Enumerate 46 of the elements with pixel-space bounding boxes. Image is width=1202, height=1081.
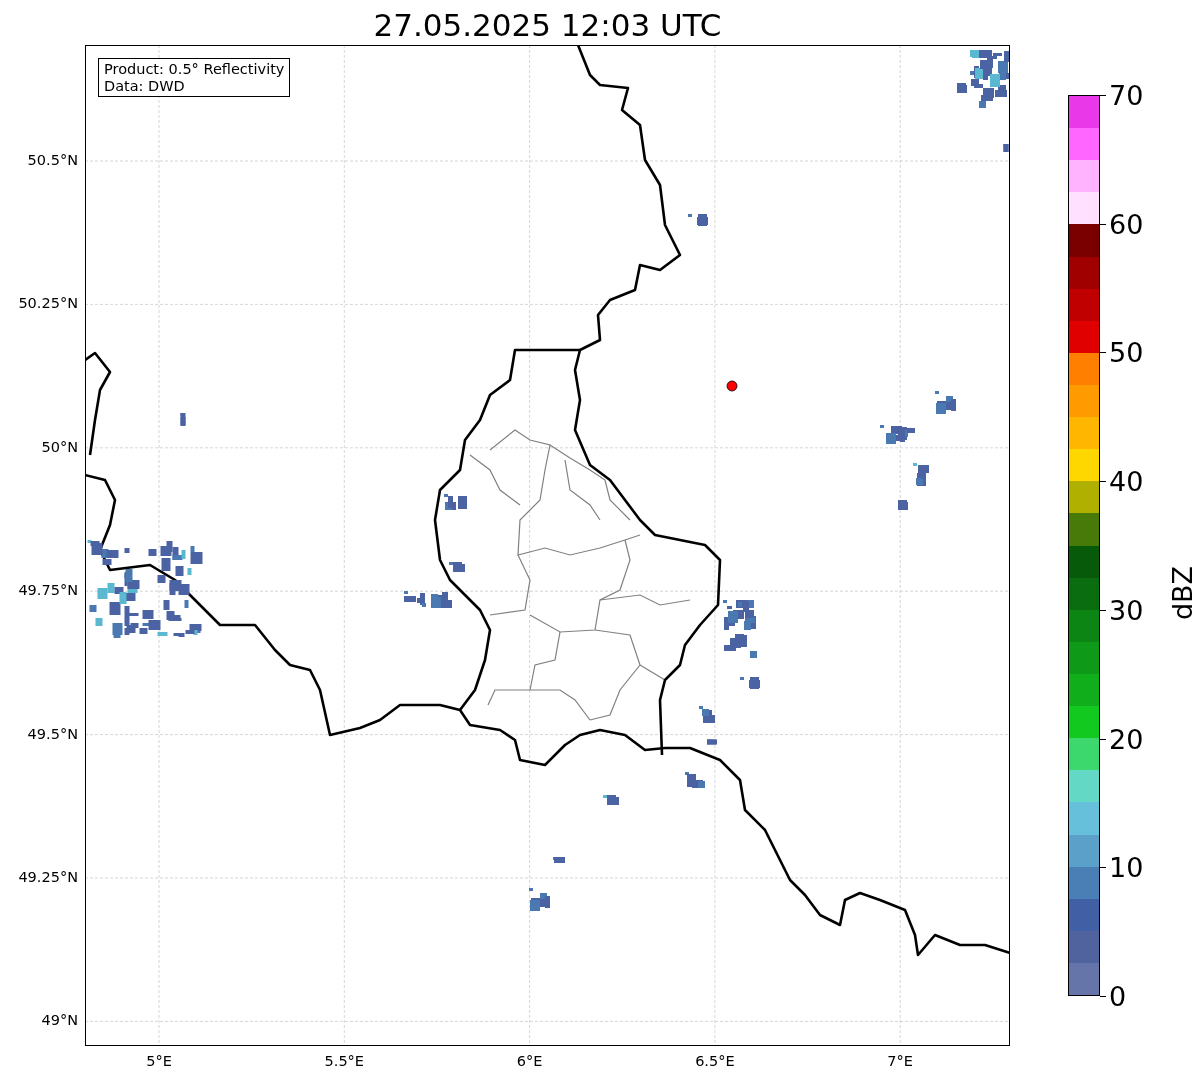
chart-title: 27.05.2025 12:03 UTC — [372, 10, 723, 45]
radar-echo — [880, 425, 915, 444]
radar-echo — [699, 706, 715, 723]
longitude-label: 7°E — [887, 1052, 913, 1071]
latitude-label: 49.75°N — [18, 581, 78, 601]
radar-echo — [444, 494, 467, 510]
longitude-label: 5°E — [146, 1052, 172, 1071]
latitude-label: 49°N — [41, 1011, 78, 1031]
latitude-label: 50°N — [41, 437, 78, 457]
radar-echo — [913, 463, 929, 486]
tick-mark — [1100, 996, 1106, 997]
latitude-label: 50.25°N — [18, 294, 78, 314]
radar-echo — [723, 600, 757, 658]
radar-echo — [688, 214, 708, 226]
latitude-label: 49.5°N — [27, 724, 78, 744]
info-text: Product: 0.5° Reflectivity — [104, 61, 285, 78]
radar-echo — [553, 857, 565, 863]
colorbar-tick-label: 60 — [1109, 210, 1144, 238]
radar-echo — [1003, 144, 1009, 152]
colorbar-tick-label: 40 — [1109, 467, 1144, 495]
radar-echo — [935, 391, 956, 414]
radar-echo — [740, 677, 760, 689]
colorbar-tick-label: 0 — [1109, 982, 1127, 1010]
colorbar-tick-label: 10 — [1109, 853, 1144, 881]
latitude-label: 50.5°N — [27, 151, 78, 171]
longitude-label: 6°E — [516, 1052, 543, 1071]
radar-echo — [707, 739, 717, 745]
colorbar-tick-label: 70 — [1109, 81, 1144, 109]
latitude-label: 49.25°N — [18, 868, 78, 888]
radar-echo — [970, 50, 1009, 108]
location-marker — [726, 380, 738, 392]
colorbar-label: dBZ — [1168, 565, 1196, 621]
colorbar-tick-label: 20 — [1109, 725, 1144, 753]
colorbar-tick-label: 30 — [1109, 596, 1144, 624]
radar-echo — [957, 83, 967, 93]
radar-echo — [449, 562, 465, 572]
radar-echo — [180, 413, 186, 426]
colorbar-tick-label: 50 — [1109, 338, 1144, 366]
radar-echo — [404, 591, 452, 608]
radar-echo — [529, 888, 550, 911]
radar-echo — [603, 795, 619, 805]
radar-echo — [685, 772, 705, 788]
radar-echo — [898, 500, 908, 510]
longitude-label: 5.5°E — [324, 1052, 365, 1071]
info-text: Data: DWD — [104, 77, 186, 95]
longitude-label: 6.5°E — [695, 1052, 735, 1071]
